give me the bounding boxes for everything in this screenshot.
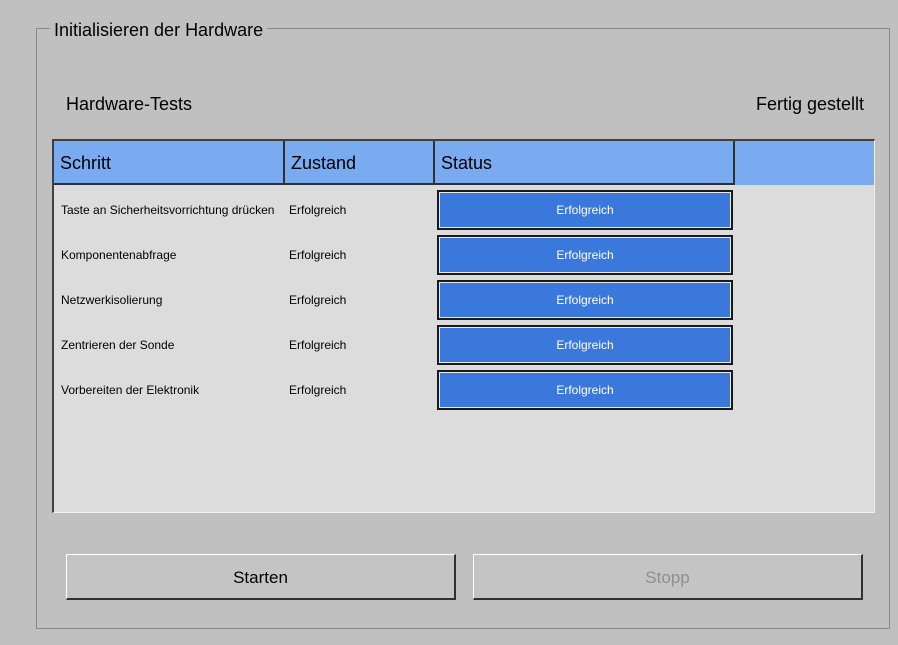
column-header-step[interactable]: Schritt: [54, 141, 285, 185]
step-cell: Zentrieren der Sonde: [61, 338, 175, 352]
state-cell: Erfolgreich: [289, 203, 347, 217]
overall-status-text: Fertig gestellt: [755, 94, 864, 114]
step-cell: Vorbereiten der Elektronik: [61, 383, 200, 397]
status-indicator: Erfolgreich: [437, 325, 733, 365]
state-cell: Erfolgreich: [289, 383, 347, 397]
state-cell: Erfolgreich: [289, 293, 347, 307]
column-header-state[interactable]: Zustand: [285, 141, 435, 185]
hardware-tests-table: Schritt Zustand Status Taste an Sicherhe…: [52, 139, 875, 513]
table-header: Schritt Zustand Status: [54, 141, 874, 185]
column-header-empty: [735, 141, 874, 185]
section-label: Hardware-Tests: [66, 94, 193, 114]
table-row[interactable]: Netzwerkisolierung Erfolgreich Erfolgrei…: [54, 275, 874, 320]
status-indicator: Erfolgreich: [437, 190, 733, 230]
stop-button: Stopp: [473, 554, 863, 600]
column-header-status[interactable]: Status: [435, 141, 735, 185]
groupbox-title: Initialisieren der Hardware: [50, 19, 268, 41]
table-row[interactable]: Vorbereiten der Elektronik Erfolgreich E…: [54, 365, 874, 410]
state-cell: Erfolgreich: [289, 248, 347, 262]
table-row[interactable]: Komponentenabfrage Erfolgreich Erfolgrei…: [54, 230, 874, 275]
state-cell: Erfolgreich: [289, 338, 347, 352]
table-row[interactable]: Taste an Sicherheitsvorrichtung drücken …: [54, 185, 874, 230]
status-indicator: Erfolgreich: [437, 235, 733, 275]
start-button[interactable]: Starten: [66, 554, 456, 600]
status-indicator: Erfolgreich: [437, 280, 733, 320]
table-row[interactable]: Zentrieren der Sonde Erfolgreich Erfolgr…: [54, 320, 874, 365]
step-cell: Taste an Sicherheitsvorrichtung drücken: [61, 203, 275, 217]
step-cell: Komponentenabfrage: [61, 248, 177, 262]
status-indicator: Erfolgreich: [437, 370, 733, 410]
step-cell: Netzwerkisolierung: [61, 293, 163, 307]
